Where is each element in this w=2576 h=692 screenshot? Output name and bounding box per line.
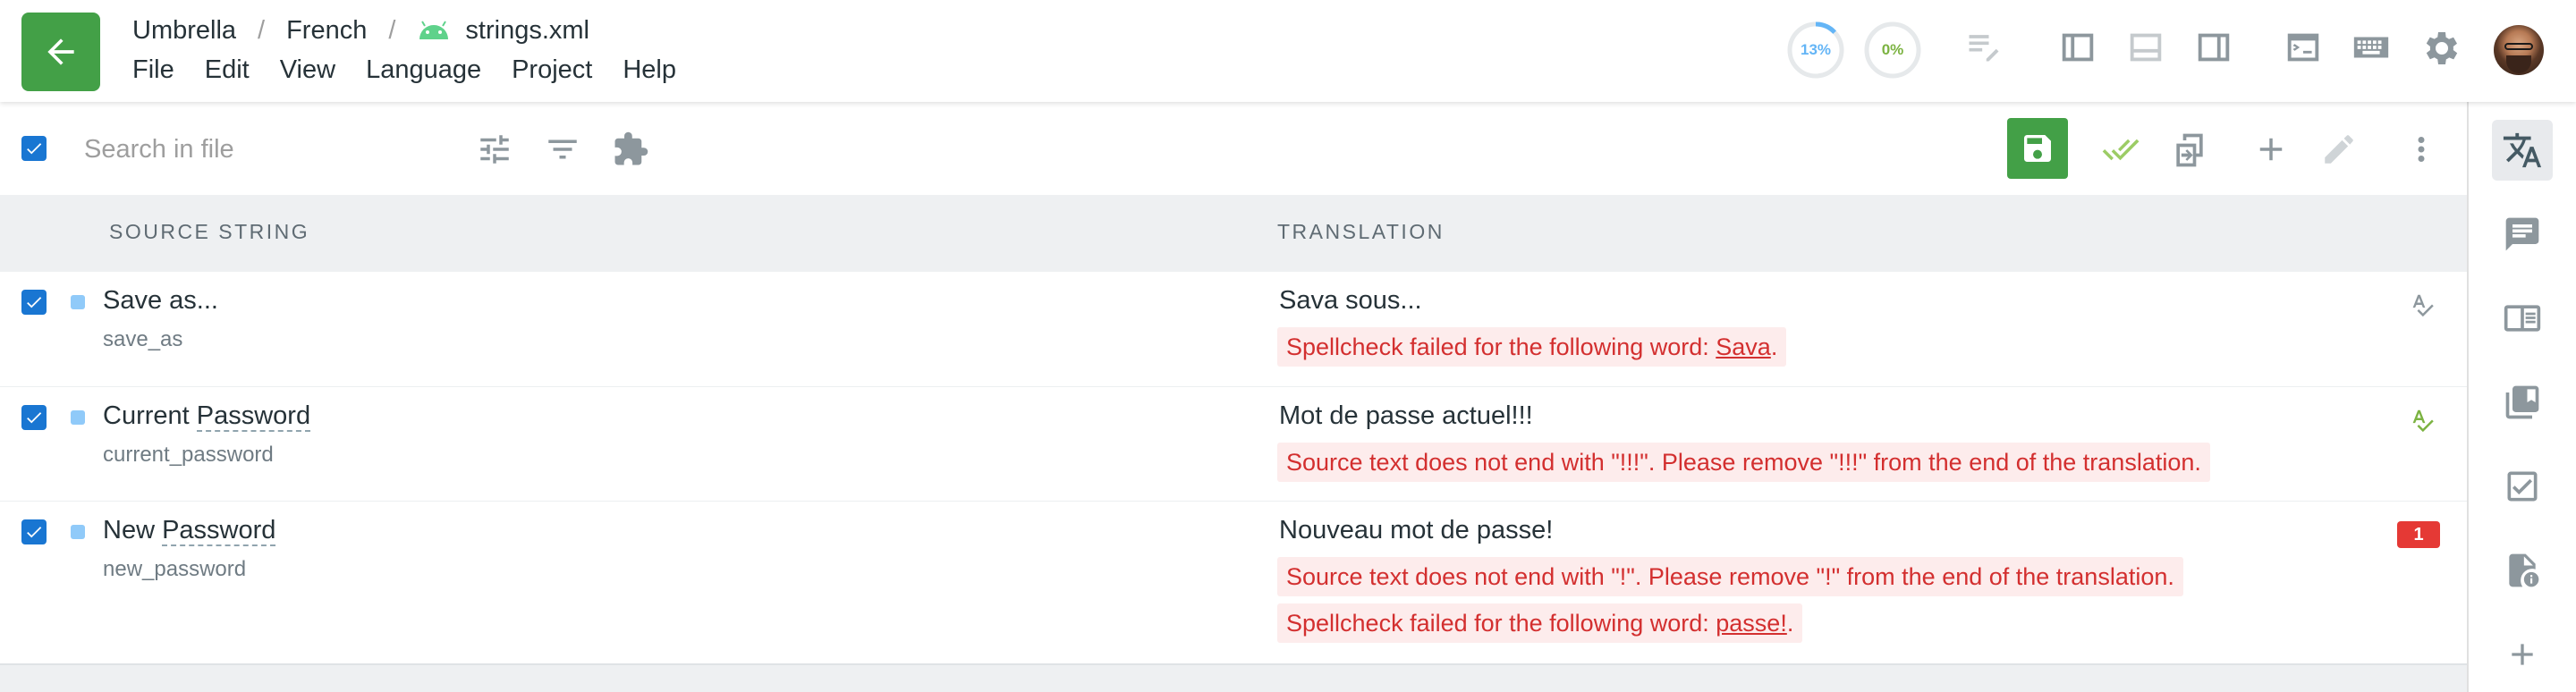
right-sidebar — [2467, 102, 2576, 692]
back-arrow-icon — [47, 38, 74, 65]
row-checkbox[interactable] — [21, 519, 47, 544]
breadcrumb-file: strings.xml — [465, 15, 589, 45]
menu-project[interactable]: Project — [512, 55, 592, 85]
source-string: New Password — [103, 516, 276, 546]
menu-help[interactable]: Help — [623, 55, 676, 85]
add-panel-button[interactable] — [2492, 624, 2553, 685]
qa-error-message: Source text does not end with "!". Pleas… — [1277, 557, 2183, 596]
select-all-checkbox[interactable] — [21, 136, 47, 161]
table-row[interactable]: Current Password current_password Mot de… — [0, 386, 2467, 502]
source-string: Save as... — [103, 286, 218, 315]
comment-icon — [2505, 217, 2539, 251]
layout-left-panel-icon[interactable] — [2057, 27, 2098, 68]
avatar[interactable] — [2494, 25, 2544, 75]
file-info-panel-button[interactable] — [2492, 540, 2553, 601]
status-dot — [71, 295, 85, 309]
file-info-icon — [2509, 553, 2539, 587]
column-headers: SOURCE STRING TRANSLATION — [0, 195, 2467, 272]
translate-icon — [2503, 132, 2542, 168]
menu-language[interactable]: Language — [366, 55, 481, 85]
status-dot — [71, 410, 85, 425]
translation-memory-panel-button[interactable] — [2492, 372, 2553, 433]
misspelled-word: passe! — [1716, 610, 1787, 637]
double-check-icon[interactable] — [2100, 131, 2141, 168]
translation-text[interactable]: Nouveau mot de passe! — [1279, 516, 1553, 545]
android-icon — [419, 21, 449, 39]
comments-panel-button[interactable] — [2492, 204, 2553, 265]
translate-panel-button[interactable] — [2492, 120, 2553, 181]
breadcrumb-separator: / — [258, 15, 266, 45]
add-icon[interactable] — [2252, 131, 2290, 168]
source-string: Current Password — [103, 401, 311, 432]
translation-memory-icon — [2505, 385, 2539, 419]
extension-icon[interactable] — [612, 131, 649, 168]
checkmark-icon — [27, 412, 42, 424]
dictionary-icon — [2504, 305, 2541, 332]
menu-view[interactable]: View — [280, 55, 335, 85]
filter-icon[interactable] — [544, 131, 581, 168]
checkmark-icon — [27, 143, 42, 155]
row-checkbox[interactable] — [21, 290, 47, 315]
spellcheck-icon[interactable] — [2408, 407, 2435, 434]
dictionary-panel-button[interactable] — [2492, 288, 2553, 349]
editor-area: SOURCE STRING TRANSLATION Save as... sav… — [0, 102, 2467, 692]
add-icon — [2512, 644, 2533, 665]
gear-icon[interactable] — [2419, 27, 2462, 70]
top-bar: Umbrella / French / strings.xml File Edi… — [0, 0, 2576, 102]
qa-error-message: Source text does not end with "!!!". Ple… — [1277, 443, 2210, 482]
back-button[interactable] — [21, 13, 100, 91]
status-dot — [71, 525, 85, 539]
translation-text[interactable]: Sava sous... — [1279, 286, 1422, 316]
save-button[interactable] — [2007, 118, 2068, 179]
misspelled-word: Sava — [1716, 333, 1771, 360]
layout-right-panel-icon[interactable] — [2193, 27, 2234, 68]
row-checkbox[interactable] — [21, 405, 47, 430]
string-list: Save as... save_as Sava sous... Spellche… — [0, 272, 2467, 665]
approved-progress[interactable]: 0% — [1862, 20, 1923, 80]
approved-progress-label: 0% — [1881, 41, 1904, 58]
qa-error-message: Spellcheck failed for the following word… — [1277, 603, 1803, 643]
translated-progress[interactable]: 13% — [1785, 20, 1846, 80]
checkmark-icon — [27, 527, 42, 538]
copy-source-icon[interactable] — [2170, 131, 2209, 170]
layout-bottom-panel-icon[interactable] — [2125, 27, 2166, 68]
breadcrumb-project[interactable]: Umbrella — [132, 16, 236, 46]
pencil-icon[interactable] — [2320, 131, 2358, 168]
spellcheck-icon[interactable] — [2408, 291, 2435, 318]
translation-column-header: TRANSLATION — [1277, 220, 1445, 243]
breadcrumb-language[interactable]: French — [286, 16, 367, 46]
checkmark-icon — [27, 297, 42, 308]
keyboard-icon[interactable] — [2351, 27, 2392, 68]
more-vertical-icon[interactable] — [2402, 131, 2440, 168]
editor-toolbar — [0, 102, 2467, 195]
string-key: new_password — [103, 557, 247, 581]
breadcrumb: Umbrella / French / strings.xml — [132, 13, 589, 48]
issue-count-badge[interactable]: 1 — [2397, 521, 2440, 548]
translation-text[interactable]: Mot de passe actuel!!! — [1279, 401, 1533, 431]
table-row[interactable]: New Password new_password Nouveau mot de… — [0, 501, 2467, 664]
tune-icon[interactable] — [476, 131, 513, 168]
terminal-icon[interactable] — [2283, 27, 2324, 68]
string-key: save_as — [103, 327, 183, 351]
breadcrumb-separator: / — [388, 15, 396, 45]
glossary-term[interactable]: Password — [196, 401, 311, 432]
string-key: current_password — [103, 443, 274, 467]
qa-checklist-icon — [2507, 471, 2538, 502]
menu-bar: File Edit View Language Project Help — [132, 52, 707, 88]
qa-error-message: Spellcheck failed for the following word… — [1277, 327, 1787, 367]
qa-checks-panel-button[interactable] — [2492, 456, 2553, 517]
table-row[interactable]: Save as... save_as Sava sous... Spellche… — [0, 272, 2467, 386]
source-column-header: SOURCE STRING — [109, 220, 310, 243]
save-icon — [2024, 135, 2051, 162]
menu-file[interactable]: File — [132, 55, 174, 85]
edit-notes-icon[interactable] — [1964, 27, 2004, 66]
translated-progress-label: 13% — [1800, 41, 1832, 58]
glossary-term[interactable]: Password — [162, 516, 276, 546]
menu-edit[interactable]: Edit — [205, 55, 250, 85]
search-input[interactable] — [82, 129, 444, 170]
